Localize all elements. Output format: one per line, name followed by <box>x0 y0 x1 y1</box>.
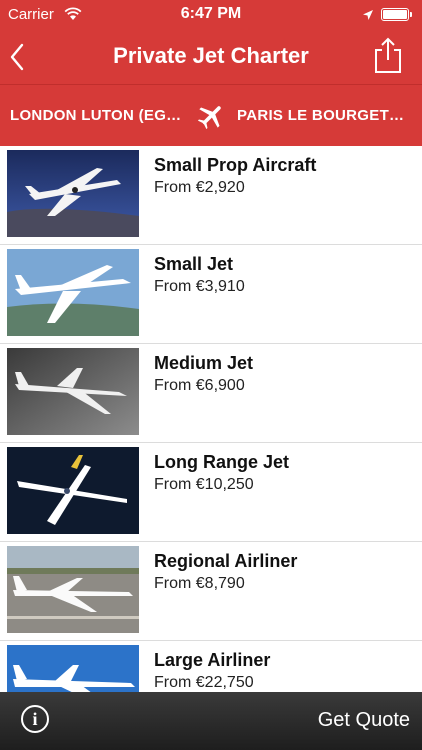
aircraft-name: Small Jet <box>154 254 234 274</box>
aircraft-row-small-jet[interactable]: Small Jet From €3,910 <box>0 245 422 344</box>
aircraft-name: Large Airliner <box>154 650 271 670</box>
aircraft-name: Small Prop Aircraft <box>154 155 317 175</box>
info-button[interactable]: i <box>21 705 49 733</box>
battery-icon <box>381 8 412 21</box>
share-icon <box>375 37 401 73</box>
bottom-toolbar: i Get Quote <box>0 692 422 750</box>
aircraft-price: From €8,790 <box>154 575 245 592</box>
aircraft-thumbnail <box>7 249 139 336</box>
status-bar: Carrier 6:47 PM <box>0 0 422 30</box>
aircraft-price: From €3,910 <box>154 278 245 295</box>
page-title: Private Jet Charter <box>113 43 309 68</box>
aircraft-thumbnail <box>7 348 139 435</box>
get-quote-button[interactable]: Get Quote <box>318 709 410 732</box>
aircraft-price: From €10,250 <box>154 476 254 493</box>
departure-airport[interactable]: LONDON LUTON (EG… <box>10 107 188 124</box>
clock-label: 6:47 PM <box>180 5 242 22</box>
aircraft-price: From €22,750 <box>154 674 254 691</box>
aircraft-name: Long Range Jet <box>154 452 290 472</box>
share-button[interactable] <box>372 36 404 76</box>
aircraft-row-long-range-jet[interactable]: Long Range Jet From €10,250 <box>0 443 422 542</box>
aircraft-name: Regional Airliner <box>154 551 298 571</box>
aircraft-row-medium-jet[interactable]: Medium Jet From €6,900 <box>0 344 422 443</box>
location-arrow-icon <box>362 8 374 25</box>
aircraft-row-large-airliner[interactable]: Large Airliner From €22,750 <box>0 641 422 692</box>
route-bar: LONDON LUTON (EG… PARIS LE BOURGET… <box>0 84 422 146</box>
aircraft-price: From €2,920 <box>154 179 245 196</box>
airplane-icon[interactable] <box>196 101 226 131</box>
aircraft-list: Small Prop Aircraft From €2,920 Small Je… <box>0 146 422 692</box>
aircraft-row-regional-airliner[interactable]: Regional Airliner From €8,790 <box>0 542 422 641</box>
aircraft-thumbnail <box>7 645 139 692</box>
aircraft-thumbnail <box>7 447 139 534</box>
aircraft-thumbnail <box>7 546 139 633</box>
aircraft-name: Medium Jet <box>154 353 254 373</box>
arrival-airport[interactable]: PARIS LE BOURGET… <box>237 107 409 124</box>
aircraft-thumbnail <box>7 150 139 237</box>
aircraft-row-small-prop[interactable]: Small Prop Aircraft From €2,920 <box>0 146 422 245</box>
nav-bar: Private Jet Charter <box>0 30 422 84</box>
aircraft-price: From €6,900 <box>154 377 245 394</box>
